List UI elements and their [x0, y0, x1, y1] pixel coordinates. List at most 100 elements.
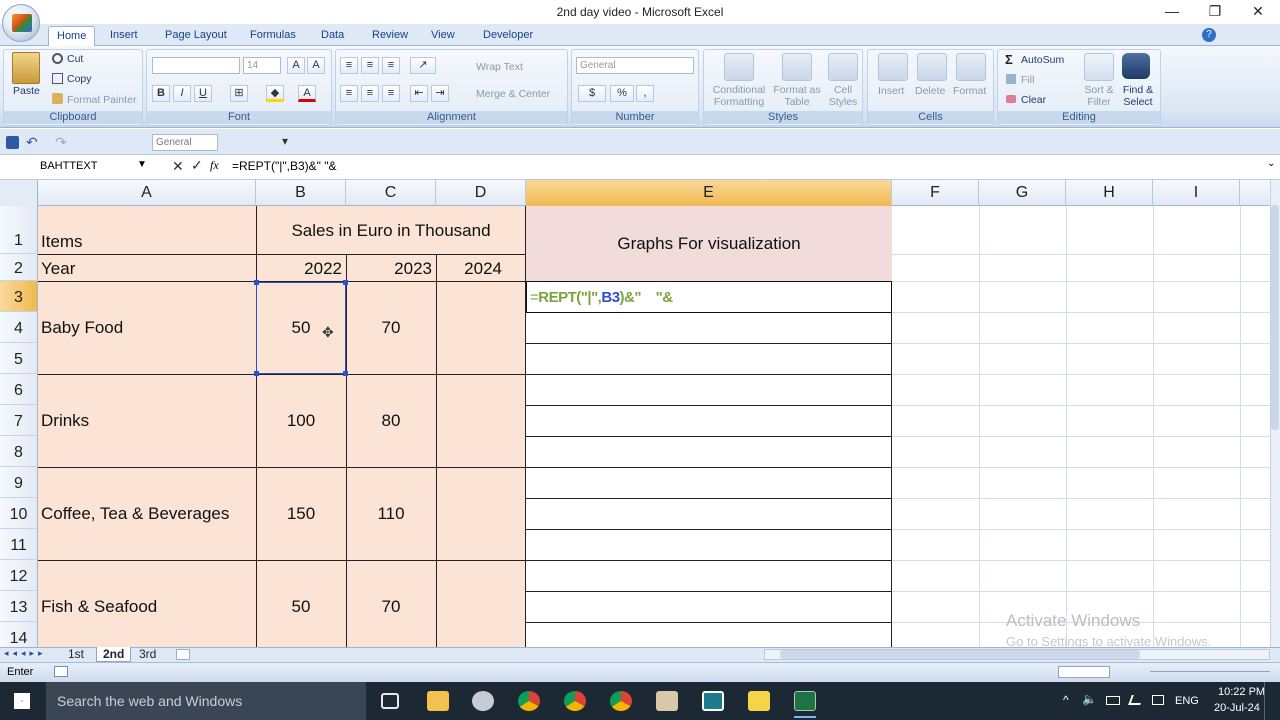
item-name[interactable]: Drinks: [41, 411, 89, 431]
insert-function-icon[interactable]: fx: [210, 158, 219, 173]
show-desktop-button[interactable]: [1264, 682, 1265, 720]
conditional-formatting-button[interactable]: Conditional Formatting: [708, 84, 770, 108]
cancel-entry-icon[interactable]: ✕: [172, 158, 184, 175]
item-2023-value[interactable]: 70: [346, 318, 436, 338]
sheet-tab-3rd[interactable]: 3rd: [133, 647, 162, 662]
autosum-button[interactable]: AutoSum: [1021, 54, 1064, 66]
item-2022-value[interactable]: 50: [256, 597, 346, 617]
help-icon[interactable]: ?: [1202, 28, 1216, 42]
font-size-box[interactable]: 14: [243, 57, 281, 74]
formula-input[interactable]: =REPT("|",B3)&" "&: [232, 158, 337, 175]
insert-sheet-icon[interactable]: [176, 649, 190, 660]
column-header-g[interactable]: G: [979, 180, 1066, 206]
file-explorer-icon[interactable]: [427, 691, 449, 711]
column-header-f[interactable]: F: [892, 180, 979, 206]
borders-icon[interactable]: ⊞: [230, 85, 248, 102]
orientation-icon[interactable]: ↗: [410, 57, 436, 74]
cell-e1[interactable]: Graphs For visualization: [526, 234, 892, 254]
row-header-4[interactable]: 4: [0, 312, 38, 343]
increase-indent-icon[interactable]: ⇥: [431, 85, 449, 102]
sort-filter-button[interactable]: Sort & Filter: [1080, 84, 1118, 108]
excel-icon[interactable]: [794, 691, 816, 711]
qat-number-format[interactable]: General: [152, 134, 218, 151]
task-view-icon[interactable]: [381, 693, 399, 709]
cell-a1[interactable]: Items: [41, 232, 83, 252]
name-box-dropdown-icon[interactable]: ▼: [137, 159, 147, 170]
item-name[interactable]: Baby Food: [41, 318, 123, 338]
item-name[interactable]: Fish & Seafood: [41, 597, 157, 617]
range-handle[interactable]: [254, 280, 259, 285]
cell-b2[interactable]: 2022: [256, 259, 342, 279]
item-2023-value[interactable]: 80: [346, 411, 436, 431]
clock-time[interactable]: 10:22 PM: [1218, 686, 1265, 698]
enter-entry-icon[interactable]: ✓: [191, 157, 203, 174]
row-header-13[interactable]: 13: [0, 591, 38, 622]
minimize-button[interactable]: —: [1150, 0, 1194, 24]
expand-formula-bar-icon[interactable]: ⌄: [1267, 158, 1275, 169]
italic-button[interactable]: I: [173, 85, 191, 102]
office-button[interactable]: [2, 4, 40, 42]
cell-e3-formula[interactable]: =REPT("|",B3)&" "&: [530, 289, 673, 306]
paste-button[interactable]: Paste: [13, 85, 40, 97]
paste-icon[interactable]: [12, 52, 40, 84]
cell-styles-button[interactable]: Cell Styles: [824, 84, 862, 108]
app-icon[interactable]: [748, 691, 770, 711]
item-2022-value[interactable]: 150: [256, 504, 346, 524]
tab-page-layout[interactable]: Page Layout: [157, 26, 235, 46]
cell-c2[interactable]: 2023: [346, 259, 432, 279]
row-header-12[interactable]: 12: [0, 560, 38, 591]
language-indicator[interactable]: ENG: [1175, 695, 1199, 707]
name-box[interactable]: BAHTTEXT: [2, 158, 147, 175]
tab-formulas[interactable]: Formulas: [242, 26, 304, 46]
font-name-box[interactable]: [152, 57, 240, 74]
column-header-a[interactable]: A: [38, 180, 256, 206]
chrome-icon[interactable]: [518, 691, 540, 711]
percent-button[interactable]: %: [610, 85, 634, 102]
tab-home[interactable]: Home: [48, 26, 96, 46]
horizontal-scroll-thumb[interactable]: [780, 650, 1140, 659]
restore-button[interactable]: ❐: [1193, 0, 1237, 24]
tab-review[interactable]: Review: [364, 26, 416, 46]
format-as-table-button[interactable]: Format as Table: [772, 84, 822, 108]
app-icon[interactable]: [702, 691, 724, 711]
fill-color-icon[interactable]: ◆: [266, 85, 284, 102]
sheet-tab-1st[interactable]: 1st: [62, 647, 90, 662]
align-left-icon[interactable]: ≡: [340, 85, 358, 102]
item-2023-value[interactable]: 70: [346, 597, 436, 617]
delete-cells-button[interactable]: Delete: [915, 85, 945, 97]
cell-b1[interactable]: Sales in Euro in Thousand: [256, 221, 526, 241]
comma-button[interactable]: ,: [636, 85, 654, 102]
format-cells-button[interactable]: Format: [953, 85, 986, 97]
decrease-indent-icon[interactable]: ⇤: [410, 85, 428, 102]
row-header-1[interactable]: 1: [0, 206, 38, 254]
save-icon[interactable]: [6, 136, 19, 149]
row-header-2[interactable]: 2: [0, 254, 38, 281]
currency-button[interactable]: $: [578, 85, 606, 102]
fill-button[interactable]: Fill: [1021, 74, 1034, 86]
column-header-c[interactable]: C: [346, 180, 436, 206]
range-handle[interactable]: [343, 371, 348, 376]
row-header-5[interactable]: 5: [0, 343, 38, 374]
column-header-i[interactable]: I: [1153, 180, 1240, 206]
chrome-icon[interactable]: [564, 691, 586, 711]
range-handle[interactable]: [343, 280, 348, 285]
find-select-button[interactable]: Find & Select: [1118, 84, 1158, 108]
app-icon[interactable]: [656, 691, 678, 711]
windows-start-icon[interactable]: [14, 693, 30, 709]
wrap-text-button[interactable]: Wrap Text: [476, 61, 523, 73]
column-header-e[interactable]: E: [526, 180, 892, 206]
clear-button[interactable]: Clear: [1021, 94, 1046, 106]
merge-center-button[interactable]: Merge & Center: [476, 88, 550, 100]
range-handle[interactable]: [254, 371, 259, 376]
row-header-9[interactable]: 9: [0, 467, 38, 498]
tray-chevron-icon[interactable]: ^: [1063, 693, 1069, 707]
format-painter-button[interactable]: Format Painter: [67, 94, 136, 106]
row-header-6[interactable]: 6: [0, 374, 38, 405]
cut-button[interactable]: Cut: [67, 53, 83, 65]
row-header-10[interactable]: 10: [0, 498, 38, 529]
item-name[interactable]: Coffee, Tea & Beverages: [41, 504, 229, 524]
row-header-8[interactable]: 8: [0, 436, 38, 467]
chrome-icon[interactable]: [610, 691, 632, 711]
undo-icon[interactable]: ↶: [26, 134, 38, 151]
row-header-7[interactable]: 7: [0, 405, 38, 436]
